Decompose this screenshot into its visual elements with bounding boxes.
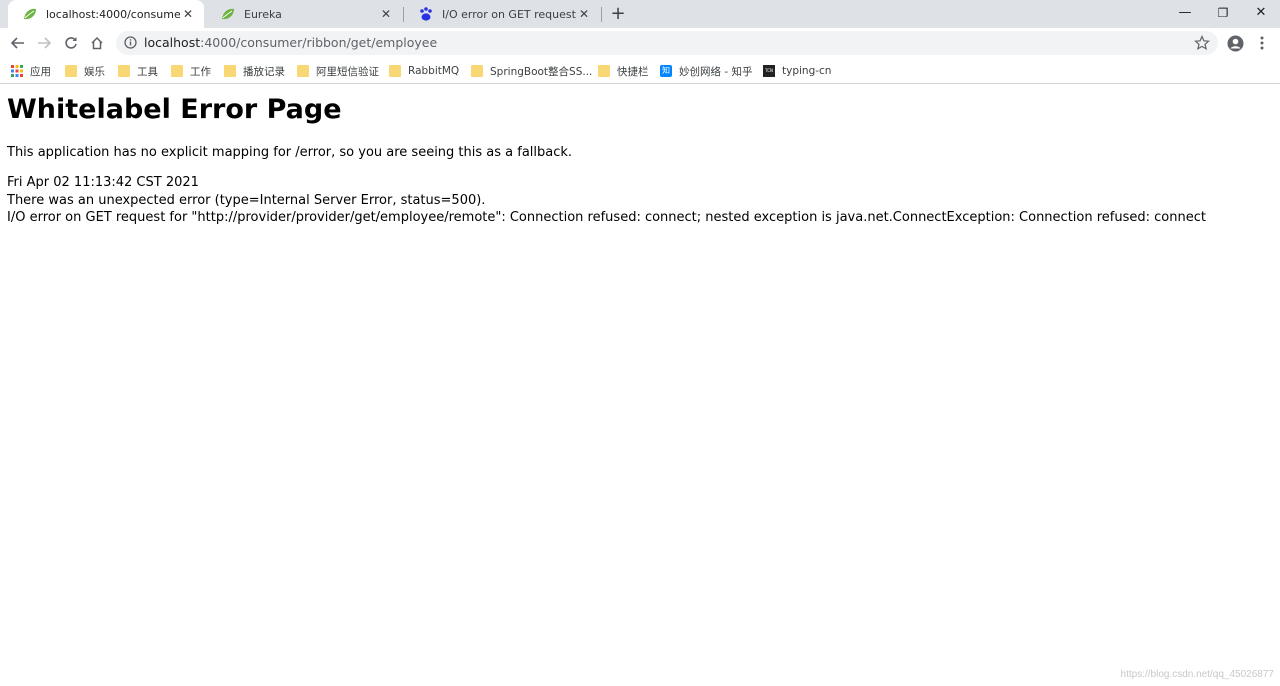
bookmark-label: 快捷栏: [617, 64, 649, 79]
arrow-left-icon: [11, 36, 25, 50]
tab-io-error[interactable]: I/O error on GET request for "http://pro…: [404, 0, 600, 28]
spring-leaf-icon: [22, 6, 38, 22]
bookmark-zhihu[interactable]: 知 妙创网络 - 知乎: [660, 62, 752, 80]
zhihu-icon: 知: [660, 65, 672, 77]
error-status: There was an unexpected error (type=Inte…: [7, 192, 1273, 210]
bookmark-label: RabbitMQ: [408, 65, 459, 77]
arrow-right-icon: [37, 36, 51, 50]
bookmark-folder-tools[interactable]: 工具: [118, 62, 158, 80]
bookmark-folder-sms[interactable]: 阿里短信验证: [297, 62, 379, 80]
url-path: :4000/consumer/ribbon/get/employee: [200, 35, 437, 50]
bookmark-label: 阿里短信验证: [316, 64, 379, 79]
error-message: I/O error on GET request for "http://pro…: [7, 209, 1273, 227]
folder-icon: [171, 65, 183, 77]
tab-title: Eureka: [244, 8, 378, 21]
tab-divider: [601, 7, 602, 22]
folder-icon: [471, 65, 483, 77]
more-vert-icon: [1260, 36, 1264, 50]
bookmarks-bar: 应用 娱乐 工具 工作 播放记录 阿里短信验证 RabbitMQ SpringB…: [0, 58, 1280, 84]
bookmark-label: 妙创网络 - 知乎: [679, 64, 752, 79]
bookmark-folder-yule[interactable]: 娱乐: [65, 62, 105, 80]
bookmark-folder-shortcuts[interactable]: 快捷栏: [598, 62, 649, 80]
url-host: localhost: [144, 35, 200, 50]
folder-icon: [118, 65, 130, 77]
bookmark-apps[interactable]: 应用: [11, 62, 51, 80]
minimize-button[interactable]: —: [1166, 0, 1204, 28]
tab-eureka[interactable]: Eureka ✕: [206, 0, 402, 28]
apps-grid-icon: [11, 65, 23, 77]
info-icon[interactable]: [124, 36, 137, 49]
bookmark-label: 播放记录: [243, 64, 285, 79]
bookmark-label: 应用: [30, 64, 51, 79]
menu-button[interactable]: [1250, 31, 1274, 55]
page-title: Whitelabel Error Page: [7, 94, 1273, 126]
page-content: Whitelabel Error Page This application h…: [7, 85, 1273, 227]
error-description: This application has no explicit mapping…: [7, 144, 1273, 161]
error-timestamp: Fri Apr 02 11:13:42 CST 2021: [7, 174, 1273, 192]
bookmark-star-icon[interactable]: [1194, 35, 1210, 51]
bookmark-label: 娱乐: [84, 64, 105, 79]
tab-strip: localhost:4000/consumer/ribbon/get/emplo…: [0, 0, 1280, 28]
bookmark-folder-springboot[interactable]: SpringBoot整合SS...: [471, 62, 592, 80]
bookmark-label: SpringBoot整合SS...: [490, 64, 592, 79]
tab-title: I/O error on GET request for "http://pro…: [442, 8, 576, 21]
forward-button[interactable]: [32, 31, 56, 55]
address-bar[interactable]: localhost:4000/consumer/ribbon/get/emplo…: [116, 31, 1218, 55]
spring-leaf-icon: [220, 6, 236, 22]
folder-icon: [598, 65, 610, 77]
tab-close-button[interactable]: ✕: [378, 6, 394, 22]
bookmark-label: 工作: [190, 64, 211, 79]
profile-button[interactable]: [1223, 31, 1247, 55]
bookmark-folder-history[interactable]: 播放记录: [224, 62, 285, 80]
tab-consumer-employee[interactable]: localhost:4000/consumer/ribbon/get/emplo…: [8, 0, 204, 28]
reload-icon: [64, 36, 78, 50]
bookmark-folder-rabbitmq[interactable]: RabbitMQ: [389, 62, 459, 80]
bookmark-folder-work[interactable]: 工作: [171, 62, 211, 80]
restore-button[interactable]: ❐: [1204, 0, 1242, 28]
back-button[interactable]: [6, 31, 30, 55]
bookmark-label: 工具: [137, 64, 158, 79]
bookmark-label: typing-cn: [782, 65, 831, 77]
url-text: localhost:4000/consumer/ribbon/get/emplo…: [144, 35, 437, 50]
folder-icon: [389, 65, 401, 77]
new-tab-button[interactable]: +: [608, 4, 628, 24]
tab-close-button[interactable]: ✕: [180, 6, 196, 22]
tab-title: localhost:4000/consumer/ribbon/get/emplo…: [46, 8, 180, 21]
browser-toolbar: localhost:4000/consumer/ribbon/get/emplo…: [0, 28, 1280, 58]
close-window-button[interactable]: ✕: [1242, 0, 1280, 28]
baidu-paw-icon: [418, 6, 434, 22]
folder-icon: [65, 65, 77, 77]
error-details: Fri Apr 02 11:13:42 CST 2021 There was a…: [7, 174, 1273, 227]
folder-icon: [224, 65, 236, 77]
bookmark-typing-cn[interactable]: TCN typing-cn: [763, 62, 831, 80]
account-circle-icon: [1227, 35, 1244, 52]
reload-button[interactable]: [59, 31, 83, 55]
tab-close-button[interactable]: ✕: [576, 6, 592, 22]
typing-cn-icon: TCN: [763, 65, 775, 77]
watermark: https://blog.csdn.net/qq_45026877: [1121, 669, 1274, 680]
home-button[interactable]: [85, 31, 109, 55]
home-icon: [90, 36, 104, 50]
folder-icon: [297, 65, 309, 77]
